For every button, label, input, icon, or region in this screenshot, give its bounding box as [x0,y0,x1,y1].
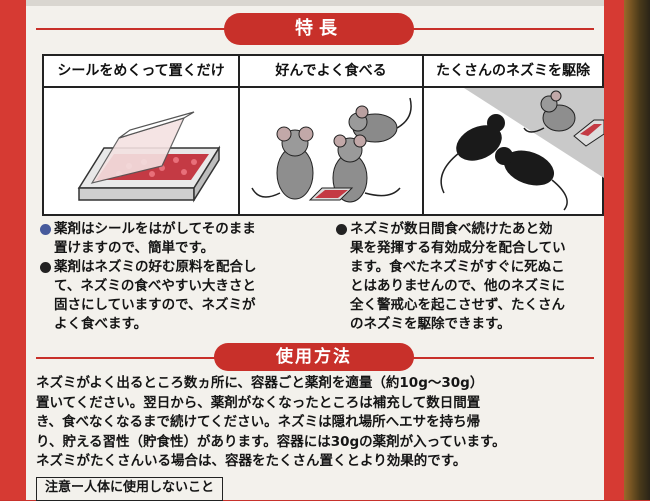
bullet-text: ネズミが数日間食べ続けたあと効 果を発揮する有効成分を配合してい ます。食べたネ… [350,221,566,332]
caution-box: 注意ー人体に使用しないこと [36,477,224,501]
bullet-item: 薬剤はネズミの好む原料を配合し て、ネズミの食べやすい大きさと 固さにしています… [40,258,340,334]
bullet-item: ネズミが数日間食べ続けたあと効 果を発揮する有効成分を配合してい ます。食べたネ… [336,220,602,334]
label-card: 特長 シールをめくって置くだけ 好んでよく食べる たくさんのネズミを駆除 薬剤は… [26,0,604,501]
bullet-text: 薬剤はネズミの好む原料を配合し て、ネズミの食べやすい大きさと 固さにしています… [54,259,257,332]
panel-peel-and-place: シールをめくって置くだけ [44,56,238,214]
top-strip [26,0,604,6]
mice-eating-icon [251,97,412,203]
bullet-dot-icon [40,262,51,273]
bullet-item: 薬剤はシールをはがしてそのまま 置けますので、簡単です。 [40,220,340,258]
mice-eliminated-icon [440,88,604,211]
usage-title: 使用方法 [214,343,414,371]
background-edge [624,0,650,500]
panel-eats-well: 好んでよく食べる [238,56,422,214]
panel-title: 好んでよく食べる [240,56,422,88]
panel-eliminate-many: たくさんのネズミを駆除 [422,56,604,214]
bullet-text: 薬剤はシールをはがしてそのまま 置けますので、簡単です。 [54,221,256,256]
usage-text: ネズミがよく出るところ数ヵ所に、容器ごと薬剤を適量（約10g～30g） 置いてく… [36,375,506,469]
package-red-border-right [604,0,624,500]
panel-title: シールをめくって置くだけ [44,56,238,88]
features-title: 特長 [224,13,414,45]
feature-bullets-left: 薬剤はシールをはがしてそのまま 置けますので、簡単です。 薬剤はネズミの好む原料… [40,220,340,334]
bait-tray-peel-icon [77,111,221,203]
bullet-dot-icon [40,224,51,235]
panel-title: たくさんのネズミを駆除 [424,56,602,88]
bullet-dot-icon [336,224,347,235]
feature-panels: シールをめくって置くだけ 好んでよく食べる たくさんのネズミを駆除 [42,54,604,216]
package-red-border-left [0,0,26,500]
feature-bullets-right: ネズミが数日間食べ続けたあと効 果を発揮する有効成分を配合してい ます。食べたネ… [336,220,602,334]
